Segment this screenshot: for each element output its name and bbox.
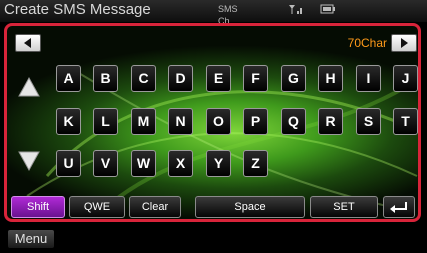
keyboard-panel: 70Char A B C D E F G H I J K L M N O P Q… bbox=[4, 23, 421, 222]
scroll-up-button[interactable] bbox=[17, 76, 41, 98]
key-b[interactable]: B bbox=[93, 65, 118, 92]
page-title: Create SMS Message bbox=[4, 1, 151, 18]
key-q[interactable]: Q bbox=[281, 108, 306, 135]
key-a[interactable]: A bbox=[56, 65, 81, 92]
key-s[interactable]: S bbox=[356, 108, 381, 135]
key-m[interactable]: M bbox=[131, 108, 156, 135]
return-arrow-icon bbox=[390, 202, 407, 213]
scroll-down-button[interactable] bbox=[17, 150, 41, 172]
key-w[interactable]: W bbox=[131, 150, 156, 177]
key-t[interactable]: T bbox=[393, 108, 418, 135]
cursor-right-button[interactable] bbox=[391, 34, 417, 52]
key-f[interactable]: F bbox=[243, 65, 268, 92]
title-bar: Create SMS Message SMS Ch bbox=[0, 0, 427, 26]
key-j[interactable]: J bbox=[393, 65, 418, 92]
key-x[interactable]: X bbox=[168, 150, 193, 177]
key-k[interactable]: K bbox=[56, 108, 81, 135]
qwe-button[interactable]: QWE bbox=[69, 196, 125, 218]
triangle-up-icon bbox=[18, 76, 40, 97]
key-u[interactable]: U bbox=[56, 150, 81, 177]
key-r[interactable]: R bbox=[318, 108, 343, 135]
bottom-bar: Menu bbox=[0, 224, 427, 253]
key-g[interactable]: G bbox=[281, 65, 306, 92]
cursor-left-button[interactable] bbox=[15, 34, 41, 52]
key-l[interactable]: L bbox=[93, 108, 118, 135]
triangle-down-icon bbox=[18, 151, 40, 172]
key-c[interactable]: C bbox=[131, 65, 156, 92]
char-remaining: 70Char bbox=[347, 36, 387, 50]
signal-icon bbox=[289, 5, 302, 14]
key-e[interactable]: E bbox=[206, 65, 231, 92]
triangle-right-icon bbox=[401, 38, 408, 48]
key-y[interactable]: Y bbox=[206, 150, 231, 177]
key-n[interactable]: N bbox=[168, 108, 193, 135]
key-p[interactable]: P bbox=[243, 108, 268, 135]
key-d[interactable]: D bbox=[168, 65, 193, 92]
space-button[interactable]: Space bbox=[195, 196, 305, 218]
key-v[interactable]: V bbox=[93, 150, 118, 177]
set-button[interactable]: SET bbox=[310, 196, 378, 218]
key-o[interactable]: O bbox=[206, 108, 231, 135]
clear-button[interactable]: Clear bbox=[129, 196, 181, 218]
key-h[interactable]: H bbox=[318, 65, 343, 92]
backspace-button[interactable] bbox=[383, 196, 415, 218]
key-i[interactable]: I bbox=[356, 65, 381, 92]
menu-button[interactable]: Menu bbox=[8, 230, 54, 248]
battery-icon bbox=[320, 4, 335, 14]
key-z[interactable]: Z bbox=[243, 150, 268, 177]
triangle-left-icon bbox=[24, 38, 31, 48]
shift-button[interactable]: Shift bbox=[11, 196, 65, 218]
